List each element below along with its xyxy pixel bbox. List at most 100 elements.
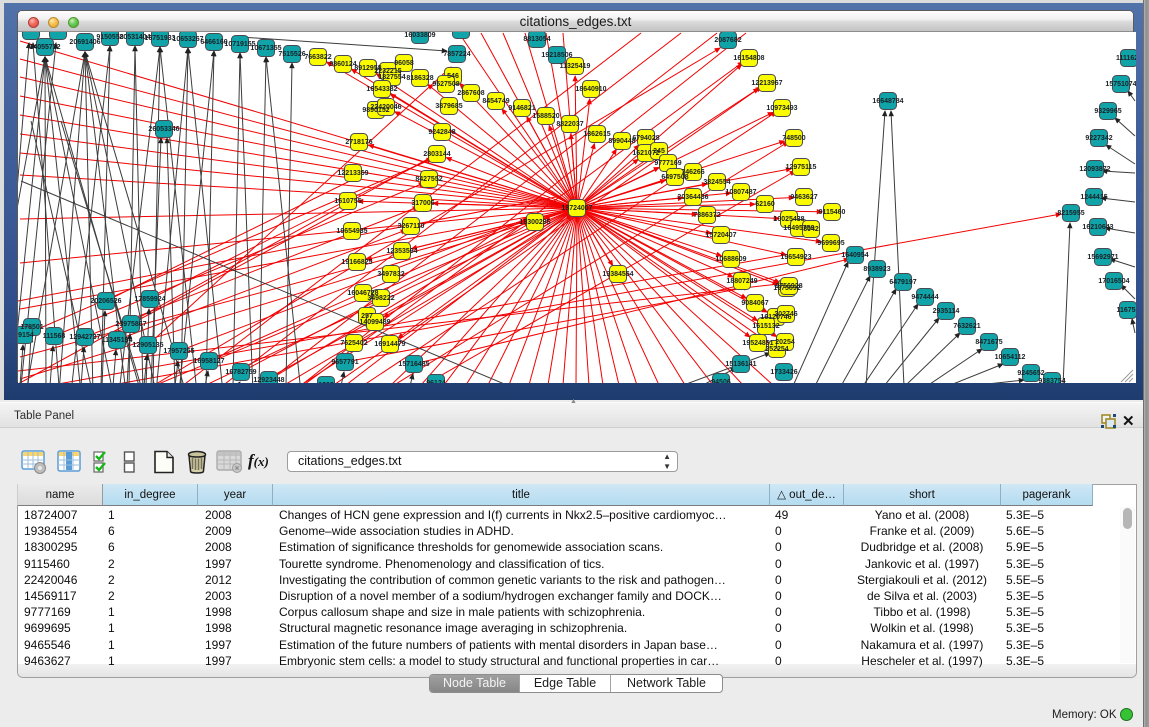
svg-text:16958127: 16958127: [193, 358, 224, 365]
svg-text:17957255: 17957255: [163, 348, 194, 355]
svg-text:96124: 96124: [426, 380, 446, 383]
svg-text:2803144: 2803144: [423, 151, 450, 158]
svg-text:3879685: 3879685: [435, 103, 462, 110]
svg-text:12093872: 12093872: [1079, 166, 1110, 173]
svg-text:245: 245: [653, 148, 665, 155]
svg-text:15716485: 15716485: [398, 361, 429, 368]
svg-text:15751074: 15751074: [1105, 81, 1136, 88]
svg-text:546: 546: [447, 73, 459, 80]
svg-text:18724007: 18724007: [561, 205, 592, 212]
svg-text:9084067: 9084067: [741, 300, 768, 307]
svg-text:2087682: 2087682: [714, 37, 741, 44]
svg-text:15692971: 15692971: [1087, 254, 1118, 261]
svg-text:12942737: 12942737: [69, 334, 100, 341]
svg-text:1588520: 1588520: [532, 113, 559, 120]
svg-text:8813054: 8813054: [523, 36, 550, 43]
svg-text:116753: 116753: [1117, 307, 1136, 314]
svg-text:12213967: 12213967: [751, 80, 782, 87]
svg-text:12923448: 12923448: [253, 377, 284, 383]
svg-text:12905135: 12905135: [132, 342, 163, 349]
svg-text:11345194: 11345194: [102, 337, 133, 344]
svg-text:7632621: 7632621: [953, 323, 980, 330]
svg-text:9329965: 9329965: [1094, 108, 1121, 115]
svg-text:111568: 111568: [43, 333, 66, 340]
svg-text:9527508: 9527508: [432, 81, 459, 88]
svg-text:7625402: 7625402: [340, 340, 367, 347]
svg-text:12353594: 12353594: [386, 248, 417, 255]
svg-text:19384554: 19384554: [602, 271, 633, 278]
svg-text:9245652: 9245652: [1017, 370, 1044, 377]
svg-text:17016504: 17016504: [1098, 278, 1129, 285]
svg-text:1244415: 1244415: [1080, 194, 1107, 201]
svg-text:20254: 20254: [775, 339, 795, 346]
svg-text:1733426: 1733426: [770, 369, 797, 376]
svg-text:9115460: 9115460: [819, 209, 846, 216]
svg-text:14099489: 14099489: [359, 319, 390, 326]
svg-text:2867608: 2867608: [457, 90, 484, 97]
svg-text:9860124: 9860124: [329, 61, 356, 68]
svg-text:2935114: 2935114: [933, 308, 960, 315]
svg-text:8186328: 8186328: [406, 75, 433, 82]
svg-text:7857224: 7857224: [443, 51, 470, 58]
svg-text:9474444: 9474444: [911, 294, 938, 301]
svg-text:1362615: 1362615: [583, 131, 610, 138]
svg-text:94506: 94506: [711, 379, 731, 383]
svg-text:15136141: 15136141: [725, 361, 756, 368]
svg-text:10688609: 10688609: [715, 256, 746, 263]
svg-text:19166825: 19166825: [341, 259, 372, 266]
svg-text:746266: 746266: [681, 169, 704, 176]
svg-text:12213369: 12213369: [337, 170, 368, 177]
svg-text:6794028: 6794028: [632, 135, 659, 142]
svg-text:10654112: 10654112: [995, 354, 1026, 361]
svg-text:3497832: 3497832: [377, 271, 404, 278]
svg-text:748500: 748500: [782, 135, 805, 142]
svg-text:8822037: 8822037: [556, 121, 583, 128]
svg-text:62160: 62160: [755, 201, 775, 208]
svg-text:9777169: 9777169: [654, 160, 681, 167]
svg-text:17859924: 17859924: [134, 296, 165, 303]
svg-text:317006: 317006: [411, 200, 434, 207]
svg-text:10671355: 10671355: [250, 45, 281, 52]
svg-text:10653267: 10653267: [172, 36, 203, 43]
svg-text:6479197: 6479197: [889, 279, 916, 286]
svg-text:7386372: 7386372: [693, 212, 720, 219]
svg-text:8938923: 8938923: [863, 266, 890, 273]
svg-text:96058: 96058: [394, 60, 414, 67]
svg-text:9463627: 9463627: [790, 194, 817, 201]
svg-text:9146821: 9146821: [508, 105, 535, 112]
svg-text:1610755: 1610755: [334, 198, 361, 205]
svg-text:20364436: 20364436: [677, 194, 708, 201]
svg-text:10973493: 10973493: [766, 105, 797, 112]
svg-text:12975115: 12975115: [786, 164, 817, 171]
svg-text:15720407: 15720407: [705, 232, 736, 239]
svg-text:202746: 202746: [774, 311, 797, 318]
svg-text:8215955: 8215955: [1057, 210, 1084, 217]
svg-text:16543382: 16543382: [366, 86, 397, 93]
svg-text:1292: 1292: [318, 382, 334, 383]
svg-text:1615132: 1615132: [752, 323, 779, 330]
svg-text:16751933: 16751933: [144, 35, 175, 42]
svg-text:1111624: 1111624: [1116, 55, 1136, 62]
svg-text:39154: 39154: [18, 332, 34, 339]
svg-text:19654923: 19654923: [780, 254, 811, 261]
svg-text:3824554: 3824554: [703, 179, 730, 186]
svg-text:8471675: 8471675: [975, 339, 1002, 346]
svg-text:19654935: 19654935: [336, 228, 367, 235]
svg-text:26053346: 26053346: [148, 126, 179, 133]
svg-text:3267110: 3267110: [398, 223, 425, 230]
svg-text:1640954: 1640954: [841, 252, 868, 259]
svg-text:19218506: 19218506: [541, 52, 572, 59]
svg-text:16210643: 16210643: [1082, 224, 1113, 231]
svg-text:11325419: 11325419: [560, 63, 591, 70]
svg-text:16648784: 16648784: [872, 98, 903, 105]
svg-text:178501: 178501: [20, 324, 43, 331]
svg-text:9227342: 9227342: [1085, 135, 1112, 142]
svg-text:2718176: 2718176: [345, 139, 372, 146]
svg-text:7663822: 7663822: [304, 54, 331, 61]
svg-text:9699695: 9699695: [817, 240, 844, 247]
svg-text:1827554: 1827554: [378, 74, 405, 81]
svg-text:22420046: 22420046: [370, 104, 401, 111]
svg-text:16782759: 16782759: [225, 369, 256, 376]
svg-text:10807487: 10807487: [725, 189, 756, 196]
svg-text:18807249: 18807249: [726, 278, 757, 285]
